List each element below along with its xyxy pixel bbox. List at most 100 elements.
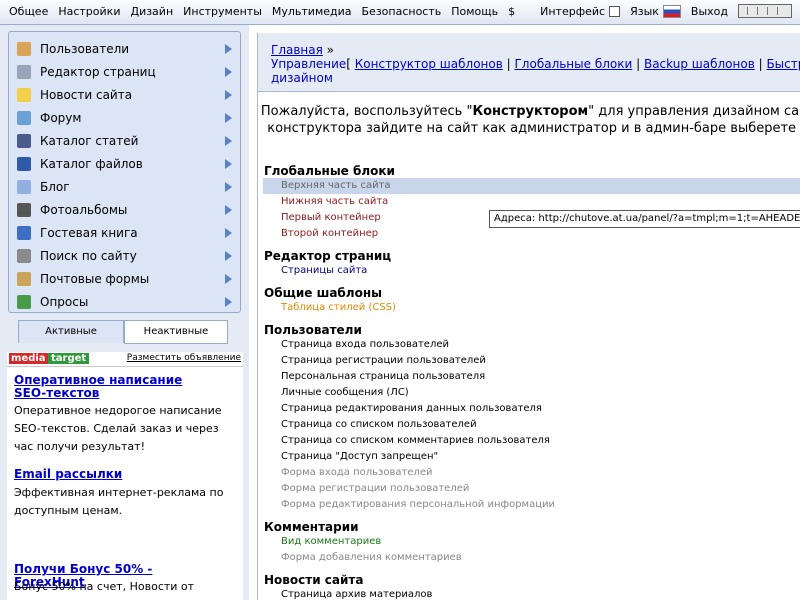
menu-dollar[interactable]: $ xyxy=(508,5,515,18)
intro-bold: Конструктором xyxy=(472,104,589,119)
breadcrumb-separator: » xyxy=(326,43,335,57)
sidebar-item-10[interactable]: Поиск по сайту xyxy=(9,245,240,268)
template-link[interactable]: Страница архив материалов xyxy=(281,589,432,600)
sidebar-item-6[interactable]: Каталог файлов xyxy=(9,153,240,176)
chevron-right-icon xyxy=(225,90,232,100)
template-link[interactable]: Персональная страница пользователя xyxy=(281,371,485,382)
sidebar-nav: Пользователи Редактор страниц Новости сайт… xyxy=(8,31,241,313)
sidebar-item-12[interactable]: Опросы xyxy=(9,291,240,314)
top-menu-bar: Общее Настройки Дизайн Инструменты Мульт… xyxy=(0,0,800,25)
sidebar-item-label: Редактор страниц xyxy=(40,65,156,79)
forum-icon xyxy=(17,111,31,125)
breadcrumb-manage: Управление xyxy=(271,57,347,71)
menu-general[interactable]: Общее xyxy=(9,5,48,18)
poll-icon xyxy=(17,295,31,309)
interface-checkbox[interactable] xyxy=(609,5,621,17)
template-link[interactable]: Страницы сайта xyxy=(281,265,367,276)
camera-icon xyxy=(17,203,31,217)
link-template-constructor[interactable]: Конструктор шаблонов xyxy=(355,57,503,71)
breadcrumb-home[interactable]: Главная xyxy=(271,43,323,57)
sidebar-item-label: Пользователи xyxy=(40,42,130,56)
template-link[interactable]: Таблица стилей (CSS) xyxy=(281,302,396,313)
sidebar-item-label: Почтовые формы xyxy=(40,272,150,286)
menu-help[interactable]: Помощь xyxy=(451,5,498,18)
sidebar-item-1[interactable]: Пользователи xyxy=(9,38,240,61)
template-link[interactable]: Второй контейнер xyxy=(281,228,378,239)
menu-settings[interactable]: Настройки xyxy=(58,5,120,18)
section-title-2: Редактор страниц xyxy=(264,249,392,263)
link-global-blocks[interactable]: Глобальные блоки xyxy=(514,57,632,71)
template-link[interactable]: Страница со списком комментариев пользов… xyxy=(281,435,550,446)
sidebar-item-4[interactable]: Форум xyxy=(9,107,240,130)
template-link[interactable]: Первый контейнер xyxy=(281,212,381,223)
chevron-right-icon xyxy=(225,205,232,215)
breadcrumb-design-text: дизайном xyxy=(271,71,333,85)
sidebar-item-label: Блог xyxy=(40,180,70,194)
language-label: Язык xyxy=(630,4,659,18)
sidebar-item-label: Каталог статей xyxy=(40,134,139,148)
template-link[interactable]: Форма редактирования персональной информ… xyxy=(281,499,555,510)
ad-text-1: Оперативное недорогое написание SEO-текс… xyxy=(14,404,222,453)
sidebar-item-9[interactable]: Гостевая книга xyxy=(9,222,240,245)
chevron-right-icon xyxy=(225,136,232,146)
ad-title-1[interactable]: Оперативное написание SEO-текстов xyxy=(14,374,214,400)
template-link[interactable]: Страница входа пользователей xyxy=(281,339,449,350)
template-link[interactable]: Вид комментариев xyxy=(281,536,381,547)
sidebar-item-11[interactable]: Почтовые формы xyxy=(9,268,240,291)
chevron-right-icon xyxy=(225,44,232,54)
section-title-4: Пользователи xyxy=(264,323,362,337)
menu-design[interactable]: Дизайн xyxy=(130,5,173,18)
sidebar-item-5[interactable]: Каталог статей xyxy=(9,130,240,153)
menu-multimedia[interactable]: Мультимедиа xyxy=(272,5,352,18)
template-link[interactable]: Форма входа пользователей xyxy=(281,467,433,478)
menu-security[interactable]: Безопасность xyxy=(362,5,442,18)
template-link[interactable]: Нижняя часть сайта xyxy=(281,196,388,207)
template-link[interactable]: Личные сообщения (ЛС) xyxy=(281,387,409,398)
user-icon xyxy=(17,42,31,56)
url-tooltip: Адреса: http://chutove.at.ua/panel/?a=tm… xyxy=(489,210,800,228)
chevron-right-icon xyxy=(225,113,232,123)
menu-tools[interactable]: Инструменты xyxy=(183,5,262,18)
template-link[interactable]: Форма регистрации пользователей xyxy=(281,483,469,494)
tab-active[interactable]: Активные xyxy=(18,320,124,343)
template-link[interactable]: Страница регистрации пользователей xyxy=(281,355,486,366)
sidebar-item-label: Опросы xyxy=(40,295,89,309)
ad-block: media target Разместить объявление Опера… xyxy=(7,352,243,600)
breadcrumb: Главная » Управление[ Конструктор шаблон… xyxy=(258,33,800,92)
mediatarget-logo-target: target xyxy=(48,353,90,364)
sidebar-item-3[interactable]: Новости сайта xyxy=(9,84,240,107)
template-link[interactable]: Страница со списком пользователей xyxy=(281,419,477,430)
template-link[interactable]: Страница редактирования данных пользоват… xyxy=(281,403,542,414)
sidebar-item-2[interactable]: Редактор страниц xyxy=(9,61,240,84)
main-content: Главная » Управление[ Конструктор шаблон… xyxy=(257,33,800,600)
intro-part2: " для управления дизайном сайт xyxy=(588,104,800,119)
globe-icon xyxy=(17,180,31,194)
sidebar-item-label: Поиск по сайту xyxy=(40,249,137,263)
template-link[interactable]: Верхняя часть сайта xyxy=(281,180,391,191)
disk-icon xyxy=(17,157,31,171)
template-link[interactable]: Страница "Доступ запрещен" xyxy=(281,451,438,462)
russian-flag-icon[interactable] xyxy=(662,4,681,18)
breadcrumb-links-row: Управление[ Конструктор шаблонов | Глоба… xyxy=(271,57,800,71)
intro-line2: конструктора зайдите на сайт как админис… xyxy=(267,121,800,136)
ad-tabs: Активные Неактивные xyxy=(18,320,228,344)
sidebar-item-7[interactable]: Блог xyxy=(9,176,240,199)
mail-icon xyxy=(17,272,31,286)
sidebar-item-8[interactable]: Фотоальбомы xyxy=(9,199,240,222)
link-backup-templates[interactable]: Backup шаблонов xyxy=(644,57,755,71)
place-ad-link[interactable]: Разместить объявление xyxy=(127,353,241,363)
guestbook-icon xyxy=(17,226,31,240)
template-link[interactable]: Форма добавления комментариев xyxy=(281,552,462,563)
ad-title-2[interactable]: Email рассылки xyxy=(14,468,214,481)
tab-inactive[interactable]: Неактивные xyxy=(124,320,228,344)
chevron-right-icon xyxy=(225,228,232,238)
chevron-right-icon xyxy=(225,251,232,261)
sidebar-item-label: Новости сайта xyxy=(40,88,133,102)
sidebar-item-label: Гостевая книга xyxy=(40,226,138,240)
width-slider[interactable] xyxy=(738,4,792,18)
section-title-5: Комментарии xyxy=(264,520,359,534)
link-quick-replace[interactable]: Быстрая замена xyxy=(766,57,800,71)
section-title-1: Глобальные блоки xyxy=(264,164,395,178)
logout-link[interactable]: Выход xyxy=(691,5,728,18)
interface-label: Интерфейс xyxy=(540,4,606,18)
